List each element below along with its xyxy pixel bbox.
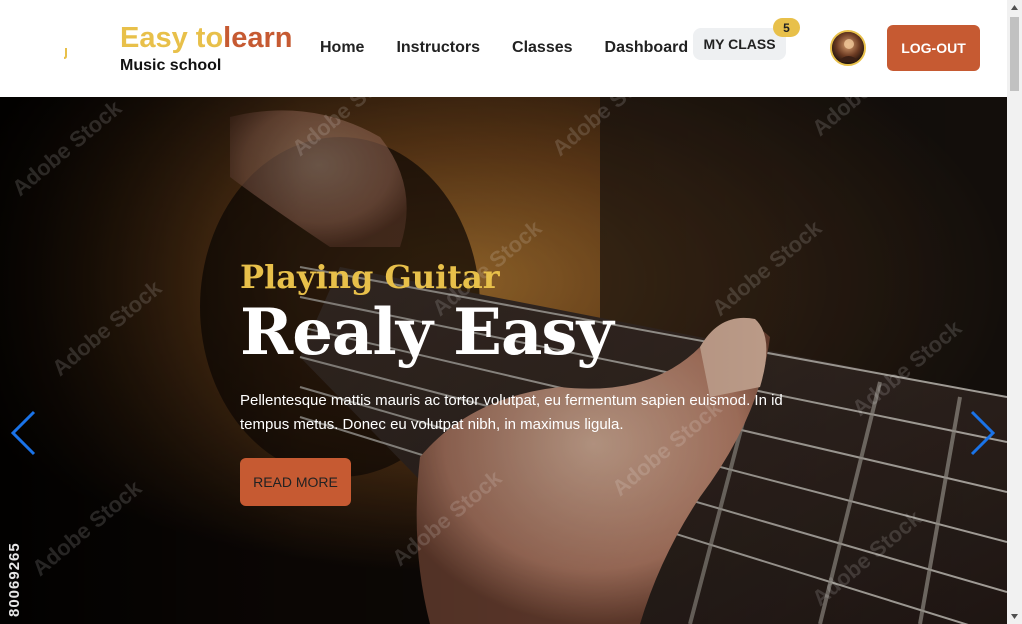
chevron-left-icon[interactable] xyxy=(10,410,36,456)
chevron-right-icon[interactable] xyxy=(970,410,996,456)
hero-title: Realy Easy xyxy=(240,295,614,370)
logout-button[interactable]: LOG-OUT xyxy=(887,25,980,71)
nav-classes-link[interactable]: Classes xyxy=(512,38,573,58)
top-navbar: Easy tolearn Music school Home Instructo… xyxy=(0,0,1007,97)
nav-instructors-link[interactable]: Instructors xyxy=(396,38,480,58)
avatar-image xyxy=(832,32,864,64)
hero-description: Pellentesque mattis mauris ac tortor vol… xyxy=(240,392,783,433)
scroll-down-arrow-icon[interactable] xyxy=(1007,609,1022,624)
brand-title-part1: Easy to xyxy=(120,22,224,54)
page-scrollbar[interactable] xyxy=(1007,0,1022,624)
hero-content: Playing Guitar Realy Easy Pellentesque m… xyxy=(240,257,840,437)
stock-image-id: 80069265 xyxy=(6,542,23,617)
my-class-count-badge: 5 xyxy=(773,18,800,37)
user-avatar[interactable] xyxy=(830,30,866,66)
scroll-up-arrow-icon[interactable] xyxy=(1007,0,1022,15)
brand-subtitle: Music school xyxy=(120,57,222,74)
brand-logo[interactable]: Easy tolearn Music school xyxy=(120,22,293,75)
brand-title: Easy tolearn xyxy=(120,22,293,54)
brand-title-part2: learn xyxy=(223,22,293,54)
main-nav: Home Instructors Classes Dashboard xyxy=(320,38,720,58)
hero-carousel: Adobe Stock Adobe Stock Adobe Stock Adob… xyxy=(0,97,1007,624)
music-note-icon xyxy=(63,48,67,59)
nav-home-link[interactable]: Home xyxy=(320,38,364,58)
read-more-button[interactable]: READ MORE xyxy=(240,458,351,506)
scrollbar-thumb[interactable] xyxy=(1010,17,1019,91)
my-class-button[interactable]: MY CLASS xyxy=(693,28,786,60)
hero-kicker: Playing Guitar xyxy=(240,258,500,296)
nav-dashboard-link[interactable]: Dashboard xyxy=(605,38,689,58)
